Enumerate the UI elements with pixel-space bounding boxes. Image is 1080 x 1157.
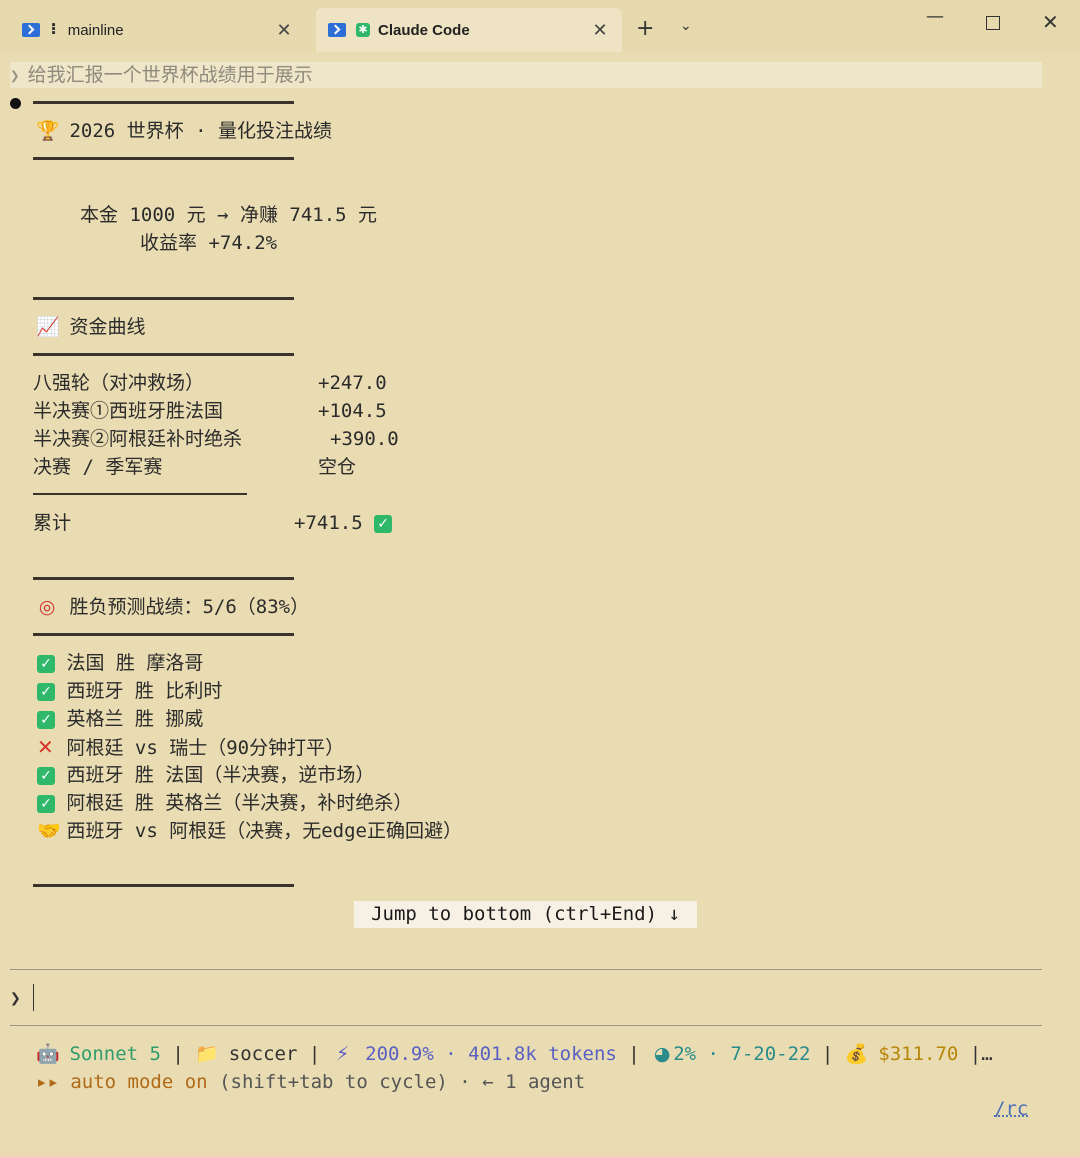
- user-prompt-echo: ❯ 给我汇报一个世界杯战绩用于展示: [10, 62, 1042, 88]
- curve-row-label: 半决赛②阿根廷补时绝杀: [33, 428, 243, 450]
- response-bullet-icon: [10, 98, 21, 109]
- text-cursor[interactable]: [33, 984, 34, 1011]
- status-line: 🤖 Sonnet 5 | 📁 soccer | ⚡ 200.9% · 401.8…: [36, 1043, 993, 1065]
- report-title-text: 2026 世界杯 · 量化投注战绩: [69, 120, 332, 142]
- tab-label: Claude Code: [378, 21, 470, 39]
- curve-title-text: 资金曲线: [69, 316, 146, 338]
- curve-row-label: 八强轮（对冲救场）: [33, 372, 205, 394]
- total-value-text: +741.5: [294, 512, 363, 534]
- new-tab-button[interactable]: +: [636, 16, 654, 41]
- curve-row-value: 空仓: [318, 456, 357, 478]
- prediction-text: 英格兰 胜 挪威: [66, 708, 204, 730]
- divider-line: [33, 353, 294, 356]
- minimize-button[interactable]: —: [926, 6, 944, 27]
- handshake-icon: 🤝: [37, 820, 61, 842]
- curve-row-value: +390.0: [330, 428, 399, 450]
- rc-link[interactable]: /rc: [994, 1098, 1028, 1120]
- divider-line: [33, 633, 294, 636]
- agent-count: ← 1 agent: [482, 1071, 586, 1093]
- prompt-text: 给我汇报一个世界杯战绩用于展示: [27, 64, 313, 86]
- input-bottom-divider: [10, 1025, 1042, 1026]
- prediction-item: ✕ 阿根廷 vs 瑞士（90分钟打平）: [37, 735, 344, 760]
- curve-row-value: +104.5: [318, 400, 387, 422]
- context-percent: 2%: [673, 1043, 697, 1065]
- check-mark-icon: ✓: [37, 682, 55, 701]
- jump-to-bottom-button[interactable]: Jump to bottom (ctrl+End) ↓: [354, 901, 697, 928]
- globe-icon: ◕: [653, 1043, 671, 1065]
- prediction-item: ✓ 西班牙 胜 比利时: [37, 679, 222, 703]
- cross-mark-icon: ✕: [37, 735, 54, 759]
- input-top-divider: [10, 969, 1042, 970]
- prediction-text: 法国 胜 摩洛哥: [66, 652, 204, 674]
- summary-line-1: 本金 1000 元 → 净赚 741.5 元: [80, 204, 378, 226]
- close-icon[interactable]: ✕: [590, 20, 610, 41]
- title-bar: ⠇ mainline ✕ ✱ Claude Code ✕ + ⌄ — ✕: [0, 0, 1080, 52]
- divider-line: [33, 297, 294, 300]
- tab-label: mainline: [67, 21, 124, 39]
- prediction-item: 🤝 西班牙 vs 阿根廷（决赛，无edge正确回避）: [37, 819, 462, 843]
- prediction-item: ✓ 西班牙 胜 法国（半决赛，逆市场）: [37, 763, 374, 787]
- curve-row-value: +247.0: [318, 372, 387, 394]
- mode-text: auto mode on: [70, 1071, 208, 1093]
- divider-line: [33, 101, 294, 104]
- check-mark-icon: ✓: [37, 654, 55, 673]
- divider-line: [33, 884, 294, 887]
- chevron-down-icon[interactable]: ⌄: [680, 18, 692, 34]
- window-close-button[interactable]: ✕: [1042, 10, 1059, 34]
- powershell-icon: [22, 23, 40, 37]
- divider-line: [33, 493, 247, 495]
- status-overflow: |…: [969, 1043, 993, 1065]
- prediction-text: 西班牙 胜 比利时: [66, 680, 223, 702]
- drag-dots-icon: ⠇: [50, 22, 62, 39]
- prediction-text: 阿根廷 vs 瑞士（90分钟打平）: [66, 737, 345, 759]
- prediction-item: ✓ 阿根廷 胜 英格兰（半决赛，补时绝杀）: [37, 791, 412, 815]
- powershell-icon: [328, 23, 346, 37]
- check-mark-icon: ✓: [37, 710, 55, 729]
- tab-claude-code[interactable]: ✱ Claude Code ✕: [316, 8, 622, 52]
- lightning-icon: ⚡: [336, 1043, 350, 1065]
- prediction-item: ✓ 法国 胜 摩洛哥: [37, 651, 203, 675]
- tab-mainline[interactable]: ⠇ mainline ✕: [10, 8, 306, 52]
- usage-percent: 200.9%: [365, 1043, 434, 1065]
- check-mark-icon: ✓: [37, 766, 55, 785]
- total-label: 累计: [33, 512, 72, 534]
- folder-name: soccer: [228, 1043, 298, 1065]
- total-value: +741.5 ✓: [294, 511, 393, 535]
- robot-icon: 🤖: [36, 1043, 60, 1065]
- trophy-icon: 🏆: [36, 120, 60, 142]
- fast-forward-icon: ▸▸: [36, 1071, 59, 1093]
- folder-icon: 📁: [195, 1043, 219, 1065]
- cost-text: $311.70: [878, 1043, 959, 1065]
- target-icon: ◎: [38, 596, 56, 618]
- input-chevron-icon: ❯: [10, 988, 21, 1009]
- prompt-chevron-icon: ❯: [10, 66, 20, 85]
- prediction-text: 阿根廷 胜 英格兰（半决赛，补时绝杀）: [66, 792, 413, 814]
- mode-line: ▸▸ auto mode on (shift+tab to cycle) · ←…: [36, 1071, 586, 1093]
- curve-title: 📈 资金曲线: [36, 315, 145, 339]
- maximize-button[interactable]: [986, 16, 1000, 30]
- check-mark-icon: ✓: [374, 514, 393, 533]
- claude-code-icon: ✱: [356, 23, 370, 37]
- divider-line: [33, 157, 294, 160]
- token-count: 401.8k tokens: [468, 1043, 617, 1065]
- curve-row-label: 半决赛①西班牙胜法国: [33, 400, 224, 422]
- divider-line: [33, 577, 294, 580]
- prediction-text: 西班牙 胜 法国（半决赛，逆市场）: [66, 764, 375, 786]
- predictions-title-text: 胜负预测战绩：5/6（83%）: [69, 596, 310, 618]
- report-title: 🏆 2026 世界杯 · 量化投注战绩: [36, 119, 332, 143]
- close-icon[interactable]: ✕: [274, 20, 294, 41]
- chart-increasing-icon: 📈: [36, 316, 60, 338]
- money-bag-icon: 💰: [844, 1043, 869, 1065]
- version-text: 7-20-22: [730, 1043, 811, 1065]
- predictions-title: ◎ 胜负预测战绩：5/6（83%）: [36, 595, 309, 619]
- prediction-item: ✓ 英格兰 胜 挪威: [37, 707, 203, 731]
- check-mark-icon: ✓: [37, 794, 55, 813]
- curve-row-label: 决赛 / 季军赛: [33, 456, 163, 478]
- model-name: Sonnet 5: [69, 1043, 161, 1065]
- mode-hint: (shift+tab to cycle): [219, 1071, 448, 1093]
- prediction-text: 西班牙 vs 阿根廷（决赛，无edge正确回避）: [66, 820, 462, 842]
- summary-line-2: 收益率 +74.2%: [140, 232, 278, 254]
